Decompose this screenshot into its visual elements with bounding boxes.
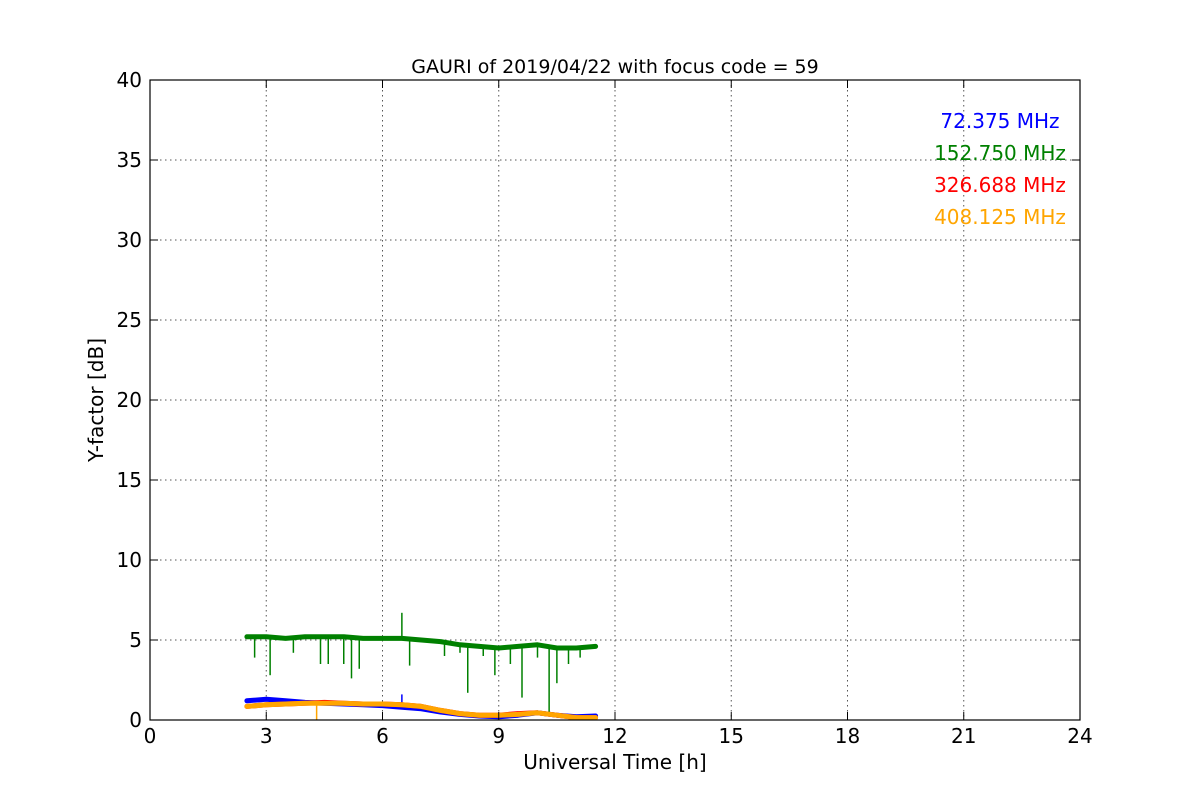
x-tick-label: 21	[951, 724, 976, 748]
legend-entry: 72.375 MHz	[940, 109, 1059, 133]
legend: 72.375 MHz 152.750 MHz 326.688 MHz 408.125 …	[934, 109, 1066, 229]
x-tick-label: 9	[492, 724, 505, 748]
y-tick-label: 10	[117, 548, 142, 572]
y-tick-label: 25	[117, 308, 142, 332]
y-tick-label: 5	[129, 628, 142, 652]
y-tick-label: 30	[117, 228, 142, 252]
x-tick-label: 6	[376, 724, 389, 748]
series-408-125-mhz	[244, 700, 599, 721]
x-tick-label: 24	[1067, 724, 1092, 748]
series-layer	[244, 612, 599, 721]
legend-entry: 326.688 MHz	[934, 173, 1066, 197]
y-tick-label: 0	[129, 708, 142, 732]
y-axis-label: Y-factor [dB]	[84, 338, 108, 463]
y-tick-label: 35	[117, 148, 142, 172]
y-tick-label: 15	[117, 468, 142, 492]
x-tick-label: 3	[260, 724, 273, 748]
x-axis-label: Universal Time [h]	[523, 750, 706, 774]
y-tick-label: 40	[117, 68, 142, 92]
series-line	[244, 634, 599, 651]
legend-entry: 152.750 MHz	[934, 141, 1066, 165]
x-tick-label: 0	[144, 724, 157, 748]
x-tick-label: 12	[602, 724, 627, 748]
x-tick-label: 18	[835, 724, 860, 748]
series-152-750-mhz	[244, 612, 599, 714]
chart-title: GAURI of 2019/04/22 with focus code = 59	[411, 56, 818, 78]
chart-canvas: 0 3 6 9 12 15 18 21 24 0 5 10 15 20 25 30 35 40 GAURI of…	[84, 56, 1093, 774]
x-tick-labels: 0 3 6 9 12 15 18 21 24	[144, 724, 1093, 748]
y-tick-label: 20	[117, 388, 142, 412]
x-tick-label: 15	[719, 724, 744, 748]
y-tick-labels: 0 5 10 15 20 25 30 35 40	[117, 68, 142, 732]
legend-entry: 408.125 MHz	[934, 205, 1066, 229]
